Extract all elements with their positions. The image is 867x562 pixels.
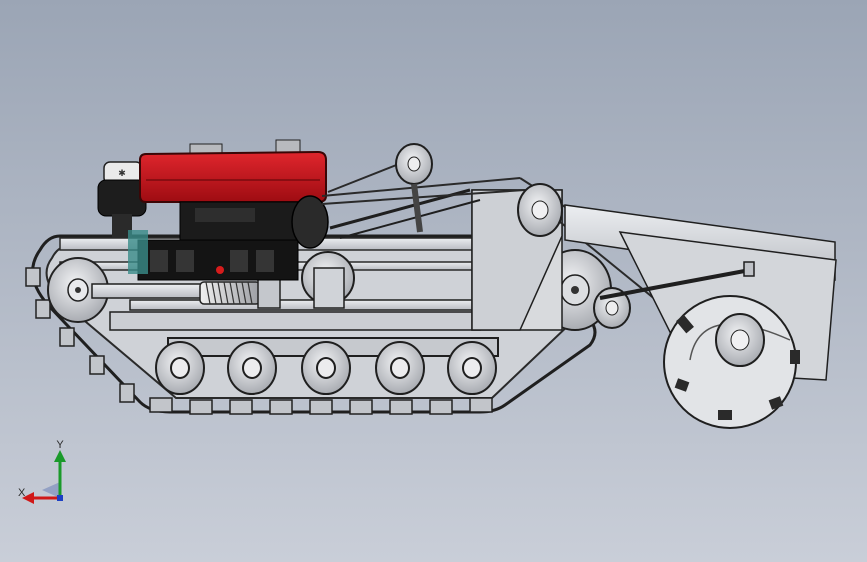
track-tension-spring[interactable] [199, 277, 281, 309]
svg-text:✱: ✱ [118, 169, 126, 179]
fuel-tank[interactable] [139, 139, 327, 203]
coordinate-triad: Y X [18, 439, 66, 504]
cad-viewport[interactable]: ✱ Y X [0, 0, 867, 562]
crawler-trencher-model[interactable]: ✱ [0, 0, 867, 562]
trencher-disc-pulley[interactable] [715, 313, 765, 367]
y-axis-label: Y [56, 439, 64, 451]
engine-block[interactable]: ✱ [97, 139, 329, 281]
gearbox-pulley[interactable] [517, 183, 563, 237]
air-filter[interactable]: ✱ [97, 161, 147, 238]
indicator-light [216, 266, 224, 274]
x-axis-label: X [18, 487, 26, 499]
origin-marker [57, 495, 63, 501]
